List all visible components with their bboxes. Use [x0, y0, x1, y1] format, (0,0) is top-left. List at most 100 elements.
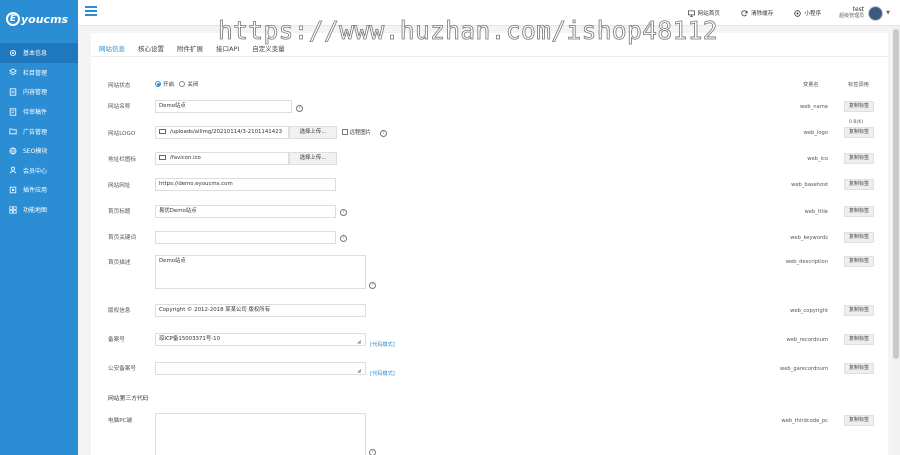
- miniapp-icon: [794, 9, 802, 17]
- help-icon[interactable]: ?: [296, 105, 303, 112]
- help-icon[interactable]: ?: [340, 235, 347, 242]
- grid-icon: [8, 205, 17, 214]
- field-label: 版权信息: [108, 308, 131, 314]
- field-label: 地址栏图标: [108, 157, 136, 163]
- tab-site-info[interactable]: 网站信息: [99, 43, 125, 57]
- logo-path-input[interactable]: /uploads/allimg/20210114/3-2101141423: [155, 126, 289, 139]
- sidebar-item-basic-info[interactable]: 基本信息: [0, 43, 78, 63]
- status-radio-group: 开启 关闭: [155, 80, 203, 88]
- sidebar: E youcms 基本信息 栏目管理 内容管理 待审稿件 广告管理 SEO模块: [0, 0, 78, 455]
- police-record-input[interactable]: [155, 362, 366, 375]
- copy-tag-button[interactable]: 复制标签: [844, 256, 874, 267]
- gear-icon: [8, 48, 17, 57]
- code-mode-link[interactable]: [代码模式]: [370, 341, 395, 348]
- sidebar-nav: 基本信息 栏目管理 内容管理 待审稿件 广告管理 SEO模块 会员中心 插件应用…: [0, 43, 78, 219]
- logo[interactable]: E youcms: [0, 0, 78, 38]
- chevron-down-icon: ▼: [886, 10, 890, 16]
- status-radio-off[interactable]: 关闭: [179, 80, 198, 88]
- help-icon[interactable]: ?: [369, 449, 376, 455]
- sidebar-item-label: SEO模块: [23, 148, 48, 156]
- sidebar-item-plugins[interactable]: 插件应用: [0, 180, 78, 200]
- plugin-icon: [8, 185, 17, 194]
- status-radio-on[interactable]: 开启: [155, 80, 174, 88]
- sidebar-item-label: 插件应用: [23, 187, 48, 195]
- var-name: web_name: [799, 104, 828, 110]
- sidebar-item-feature-map[interactable]: 功能地图: [0, 200, 78, 220]
- copy-tag-button[interactable]: 复制标签: [844, 179, 874, 190]
- var-name: web_recordnum: [786, 337, 828, 343]
- resize-handle-icon[interactable]: ◢: [357, 368, 361, 374]
- copy-tag-button[interactable]: 复制标签: [844, 127, 874, 138]
- copy-tag-button[interactable]: 复制标签: [844, 101, 874, 112]
- avatar[interactable]: [868, 5, 884, 21]
- logo-upload-button[interactable]: 选择上传...: [289, 126, 337, 139]
- settings-tabs: 网站信息 核心设置 附件扩展 接口API 自定义变量: [99, 43, 298, 57]
- refresh-icon: [741, 9, 748, 17]
- copy-tag-button[interactable]: 复制标签: [844, 206, 874, 217]
- copy-tag-button[interactable]: 复制标签: [844, 232, 874, 243]
- favicon-upload-button[interactable]: 选择上传...: [289, 152, 337, 165]
- field-label: 首页关键词: [108, 235, 136, 241]
- var-name: web_thirdcode_pc: [781, 418, 828, 424]
- site-name-input[interactable]: Demo站点: [155, 100, 292, 113]
- sidebar-item-label: 功能地图: [23, 207, 48, 215]
- third-party-code-heading: 网站第三方代码: [108, 396, 149, 402]
- home-description-textarea[interactable]: Demo站点: [155, 255, 366, 289]
- tab-custom-vars[interactable]: 自定义变量: [252, 43, 285, 57]
- image-icon: [159, 154, 166, 160]
- copy-tag-button[interactable]: 复制标签: [844, 415, 874, 426]
- var-name-header: 变量名: [803, 82, 819, 88]
- pc-third-party-code-textarea[interactable]: [155, 413, 366, 455]
- clear-cache-link[interactable]: 清除缓存: [741, 9, 773, 17]
- tab-api[interactable]: 接口API: [216, 43, 239, 57]
- sidebar-item-pending[interactable]: 待审稿件: [0, 102, 78, 122]
- remote-image-checkbox[interactable]: 远程图片: [342, 128, 371, 136]
- watermark-url: https://www.huzhan.com/ishop48112: [218, 16, 718, 46]
- site-url-input[interactable]: https://demo.eyoucms.com: [155, 178, 336, 191]
- layers-icon: [8, 68, 17, 77]
- mini-program-label: 小程序: [804, 11, 822, 17]
- image-icon: [159, 128, 166, 134]
- sidebar-item-label: 内容管理: [23, 89, 48, 97]
- sidebar-item-label: 栏目管理: [23, 69, 48, 77]
- copy-tag-button[interactable]: 复制标签: [844, 153, 874, 164]
- field-label: 公安备案号: [108, 366, 136, 372]
- var-name: web_description: [785, 259, 828, 265]
- menu-toggle-icon[interactable]: [85, 6, 97, 18]
- scrollbar-thumb[interactable]: [893, 29, 899, 359]
- copy-tag-button[interactable]: 复制标签: [844, 334, 874, 345]
- sidebar-item-label: 待审稿件: [23, 109, 48, 117]
- copyright-input[interactable]: Copyright © 2012-2018 某某公司 版权所有: [155, 304, 366, 317]
- help-icon[interactable]: ?: [380, 130, 387, 137]
- var-name: web_copyright: [790, 308, 828, 314]
- code-mode-link[interactable]: [代码模式]: [370, 370, 395, 377]
- home-keywords-input[interactable]: [155, 231, 336, 244]
- sidebar-item-label: 基本信息: [23, 50, 48, 58]
- sidebar-item-members[interactable]: 会员中心: [0, 161, 78, 181]
- field-label: 首页描述: [108, 260, 131, 266]
- help-icon[interactable]: ?: [340, 209, 347, 216]
- resize-handle-icon[interactable]: ◢: [357, 339, 361, 345]
- field-label: 备案号: [108, 337, 125, 343]
- logo-text: youcms: [21, 12, 69, 26]
- sidebar-item-seo[interactable]: SEO模块: [0, 141, 78, 161]
- user-menu[interactable]: test 超级管理员 ▼: [839, 5, 890, 21]
- tab-attachments[interactable]: 附件扩展: [177, 43, 203, 57]
- field-label: 网站名称: [108, 104, 131, 110]
- favicon-path-input[interactable]: /favicon.ico: [155, 152, 289, 165]
- var-name: web_title: [804, 209, 828, 215]
- page-scrollbar[interactable]: [892, 26, 900, 455]
- mini-program-link[interactable]: 小程序: [794, 9, 821, 17]
- copy-tag-button[interactable]: 复制标签: [844, 305, 874, 316]
- field-label: 网站网址: [108, 183, 131, 189]
- tab-core-settings[interactable]: 核心设置: [138, 43, 164, 57]
- home-title-input[interactable]: 易优Demo站点: [155, 205, 336, 218]
- sidebar-item-ads[interactable]: 广告管理: [0, 121, 78, 141]
- copy-tag-button[interactable]: 复制标签: [844, 363, 874, 374]
- icp-record-input[interactable]: 琼ICP备15003371号-10: [155, 333, 366, 346]
- sidebar-item-columns[interactable]: 栏目管理: [0, 63, 78, 83]
- settings-panel: 网站信息 核心设置 附件扩展 接口API 自定义变量 变量名 标签调用 网站状态…: [91, 33, 888, 455]
- sidebar-item-content[interactable]: 内容管理: [0, 82, 78, 102]
- document-icon: [8, 87, 17, 96]
- help-icon[interactable]: ?: [369, 282, 376, 289]
